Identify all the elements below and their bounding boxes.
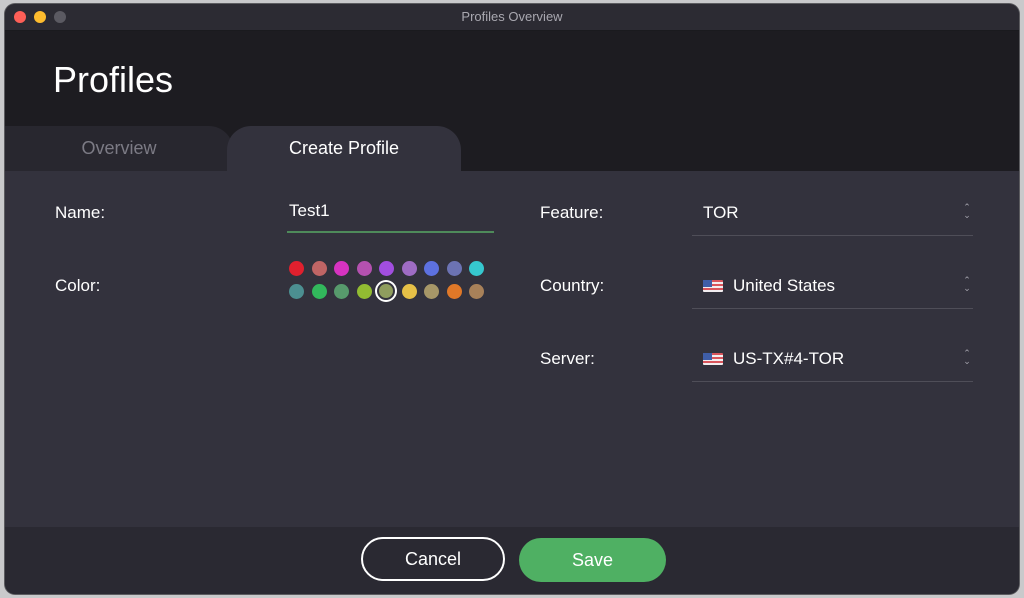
color-swatch[interactable] (469, 284, 484, 299)
create-profile-form: Name: Color: Feature: TOR ⌃⌄ Country: Un… (5, 171, 1019, 527)
color-swatch[interactable] (446, 284, 462, 299)
country-value: United States (733, 276, 836, 295)
footer-bar: Cancel Save (5, 527, 1019, 594)
chevron-up-down-icon: ⌃ ⌄ (963, 275, 971, 293)
title-bar: Profiles Overview (5, 4, 1019, 31)
page-header: Profiles Overview Create Profile (5, 31, 1019, 171)
color-swatch[interactable] (379, 261, 394, 276)
server-value: US-TX#4-TOR (733, 349, 845, 368)
feature-value: TOR (703, 203, 739, 222)
color-swatch[interactable] (446, 261, 462, 276)
feature-select[interactable]: TOR ⌃ ⌄ (692, 189, 973, 236)
server-label: Server: (540, 349, 595, 368)
color-swatch[interactable] (311, 284, 327, 299)
tab-create-profile-label: Create Profile (288, 138, 400, 158)
name-label: Name: (55, 203, 106, 222)
color-swatch[interactable] (356, 284, 372, 299)
us-flag-icon (703, 280, 723, 292)
tab-create-profile[interactable]: Create Profile (227, 126, 461, 171)
color-swatch[interactable] (401, 284, 417, 299)
color-swatch[interactable] (289, 261, 304, 276)
color-swatch[interactable] (334, 284, 349, 299)
us-flag-icon (703, 353, 723, 365)
color-swatch[interactable] (469, 261, 484, 276)
chevron-up-down-icon: ⌃ ⌄ (963, 348, 971, 366)
chevron-up-down-icon: ⌃ ⌄ (963, 202, 971, 220)
color-swatch[interactable] (334, 261, 349, 276)
color-swatch[interactable] (424, 284, 439, 299)
save-button[interactable]: Save (519, 538, 666, 582)
country-label: Country: (540, 276, 605, 295)
tab-overview[interactable]: Overview (5, 126, 233, 171)
country-select[interactable]: United States ⌃ ⌄ (692, 262, 973, 309)
tab-overview-label: Overview (81, 138, 157, 158)
color-swatch[interactable] (379, 284, 393, 298)
color-swatch[interactable] (401, 261, 417, 276)
page-title: Profiles (53, 59, 174, 100)
color-swatch[interactable] (311, 261, 327, 276)
color-swatch[interactable] (289, 284, 304, 299)
color-swatch[interactable] (356, 261, 372, 276)
window-title: Profiles Overview (461, 9, 563, 24)
color-label: Color: (55, 276, 101, 295)
name-input[interactable] (287, 191, 494, 233)
color-swatch[interactable] (424, 261, 439, 276)
feature-label: Feature: (540, 203, 604, 222)
cancel-button[interactable]: Cancel (361, 537, 505, 581)
server-select[interactable]: US-TX#4-TOR ⌃ ⌄ (692, 335, 973, 382)
profiles-window: Profiles Overview Profiles Overview Crea… (5, 4, 1019, 594)
